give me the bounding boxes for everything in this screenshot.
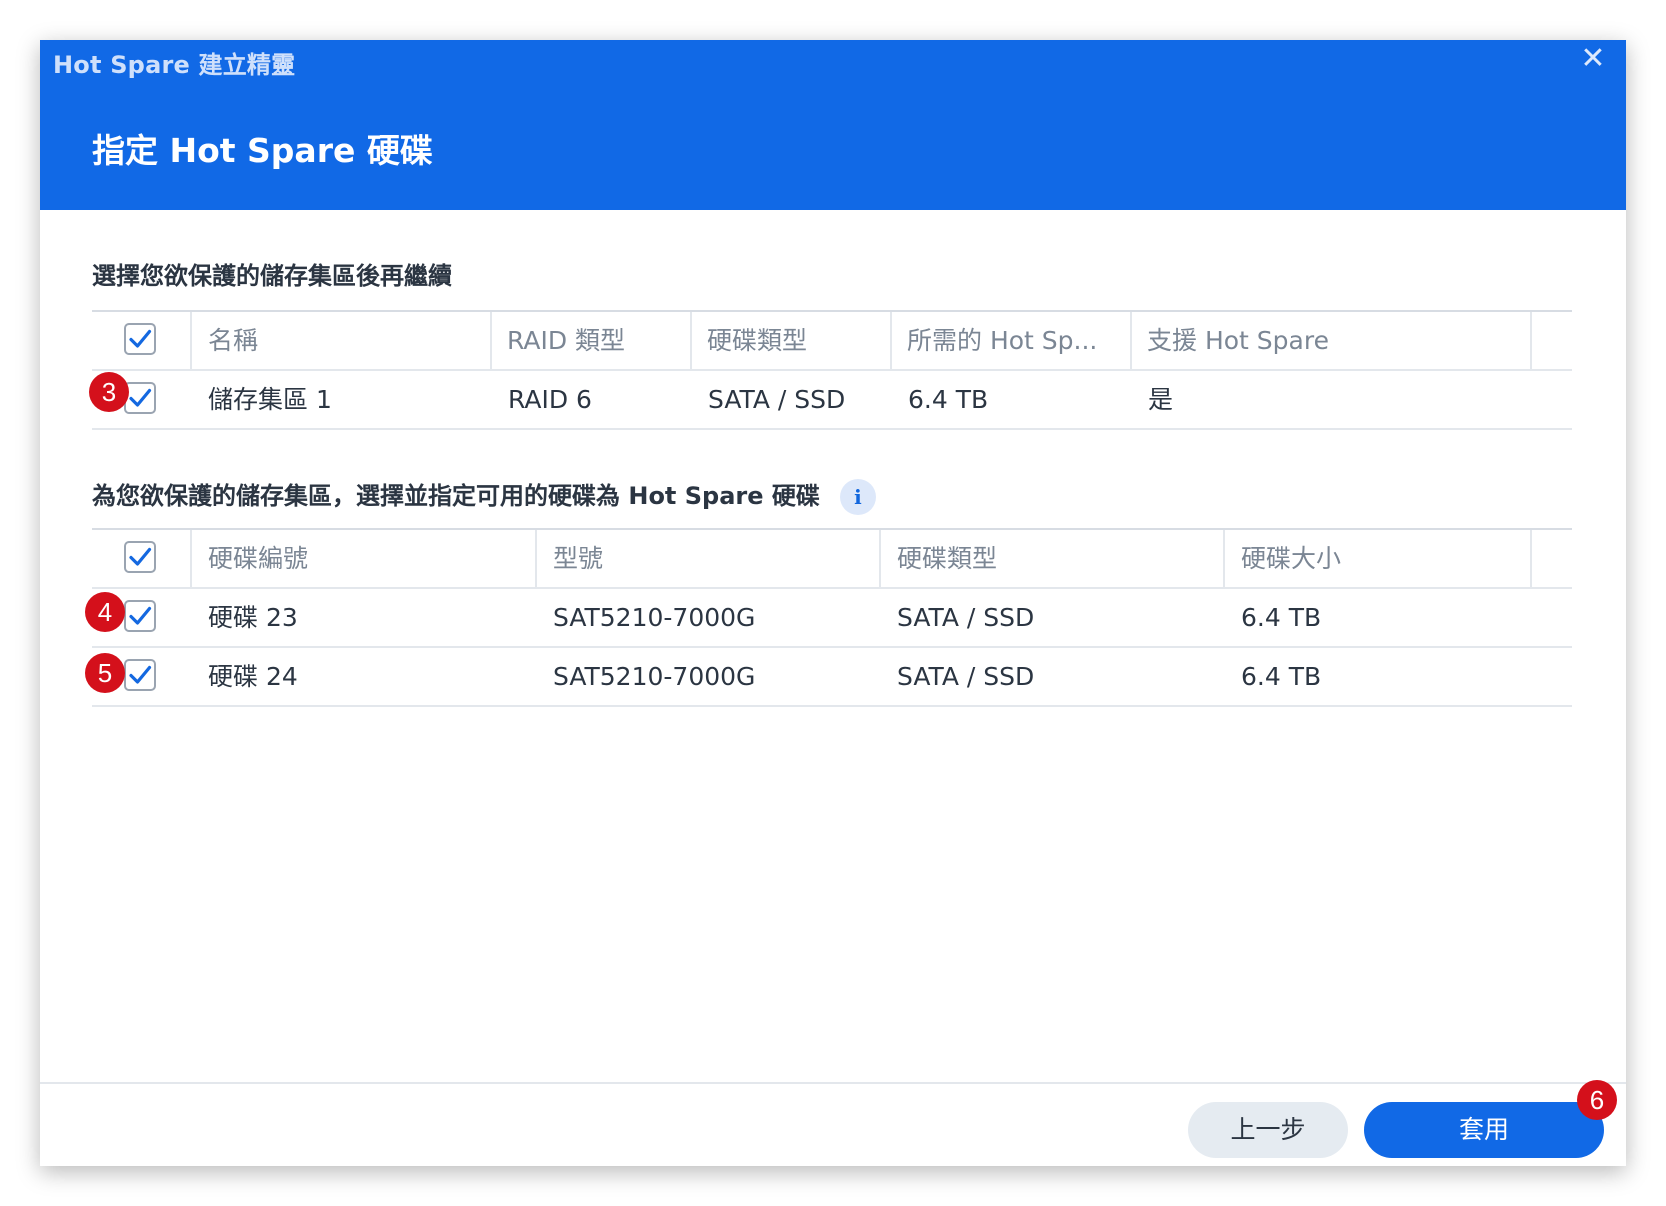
annotation-badge-5: 5 [85, 653, 125, 693]
step-title: 指定 Hot Spare 硬碟 [92, 131, 433, 170]
pool-row-checkbox[interactable] [124, 382, 156, 414]
pools-table-header: 名稱 RAID 類型 硬碟類型 所需的 Hot Sp... 支援 Hot Spa… [92, 312, 1572, 371]
apply-button[interactable]: 套用 [1364, 1102, 1604, 1158]
select-all-pools-checkbox[interactable] [124, 323, 156, 355]
column-header-drive-id[interactable]: 硬碟編號 [208, 530, 508, 587]
window-title: Hot Spare 建立精靈 [53, 51, 296, 79]
drives-table: 硬碟編號 型號 硬碟類型 硬碟大小 硬碟 23 SAT5210-7000G SA… [92, 528, 1572, 707]
drives-section-title-text: 為您欲保護的儲存集區，選擇並指定可用的硬碟為 Hot Spare 硬碟 [92, 482, 820, 510]
drive-id: 硬碟 24 [208, 662, 298, 691]
column-header-hot-spare-support[interactable]: 支援 Hot Spare [1147, 312, 1507, 369]
column-header-required-hot-spare[interactable]: 所需的 Hot Sp... [907, 312, 1127, 369]
column-header-model[interactable]: 型號 [553, 530, 853, 587]
column-header-drive-type[interactable]: 硬碟類型 [897, 530, 1197, 587]
dialog-header: Hot Spare 建立精靈 ✕ 指定 Hot Spare 硬碟 [40, 40, 1626, 210]
column-header-name[interactable]: 名稱 [208, 312, 468, 369]
checkmark-icon [129, 329, 152, 348]
annotation-badge-4: 4 [85, 592, 125, 632]
column-header-drive-type[interactable]: 硬碟類型 [707, 312, 887, 369]
pools-table: 名稱 RAID 類型 硬碟類型 所需的 Hot Sp... 支援 Hot Spa… [92, 310, 1572, 430]
drives-table-header: 硬碟編號 型號 硬碟類型 硬碟大小 [92, 530, 1572, 589]
pool-required-hot-spare: 6.4 TB [908, 385, 989, 414]
drive-size: 6.4 TB [1241, 603, 1322, 632]
column-header-drive-size[interactable]: 硬碟大小 [1241, 530, 1521, 587]
checkmark-icon [129, 547, 152, 566]
pool-name: 儲存集區 1 [208, 385, 332, 414]
drive-size: 6.4 TB [1241, 662, 1322, 691]
hot-spare-wizard-dialog: Hot Spare 建立精靈 ✕ 指定 Hot Spare 硬碟 選擇您欲保護的… [40, 40, 1626, 1166]
checkmark-icon [129, 606, 152, 625]
footer-divider [40, 1082, 1626, 1084]
table-row[interactable]: 硬碟 23 SAT5210-7000G SATA / SSD 6.4 TB [92, 589, 1572, 648]
drive-model: SAT5210-7000G [553, 603, 756, 632]
column-header-raid-type[interactable]: RAID 類型 [507, 312, 687, 369]
pool-drive-type: SATA / SSD [708, 385, 846, 414]
drive-type: SATA / SSD [897, 603, 1035, 632]
table-row[interactable]: 硬碟 24 SAT5210-7000G SATA / SSD 6.4 TB [92, 648, 1572, 707]
drive-row-checkbox[interactable] [124, 659, 156, 691]
pools-section-title: 選擇您欲保護的儲存集區後再繼續 [92, 262, 452, 290]
drive-row-checkbox[interactable] [124, 600, 156, 632]
annotation-badge-6: 6 [1577, 1080, 1617, 1120]
table-row[interactable]: 儲存集區 1 RAID 6 SATA / SSD 6.4 TB 是 [92, 371, 1572, 430]
checkmark-icon [129, 388, 152, 407]
drives-section-title: 為您欲保護的儲存集區，選擇並指定可用的硬碟為 Hot Spare 硬碟 i [92, 476, 876, 515]
info-icon[interactable]: i [839, 479, 876, 515]
drive-id: 硬碟 23 [208, 603, 298, 632]
pool-raid-type: RAID 6 [508, 385, 592, 414]
drive-model: SAT5210-7000G [553, 662, 756, 691]
select-all-drives-checkbox[interactable] [124, 541, 156, 573]
previous-button[interactable]: 上一步 [1188, 1102, 1348, 1158]
close-icon[interactable]: ✕ [1576, 42, 1610, 76]
checkmark-icon [129, 665, 152, 684]
pool-hot-spare-support: 是 [1148, 385, 1174, 414]
drive-type: SATA / SSD [897, 662, 1035, 691]
annotation-badge-3: 3 [89, 372, 129, 412]
